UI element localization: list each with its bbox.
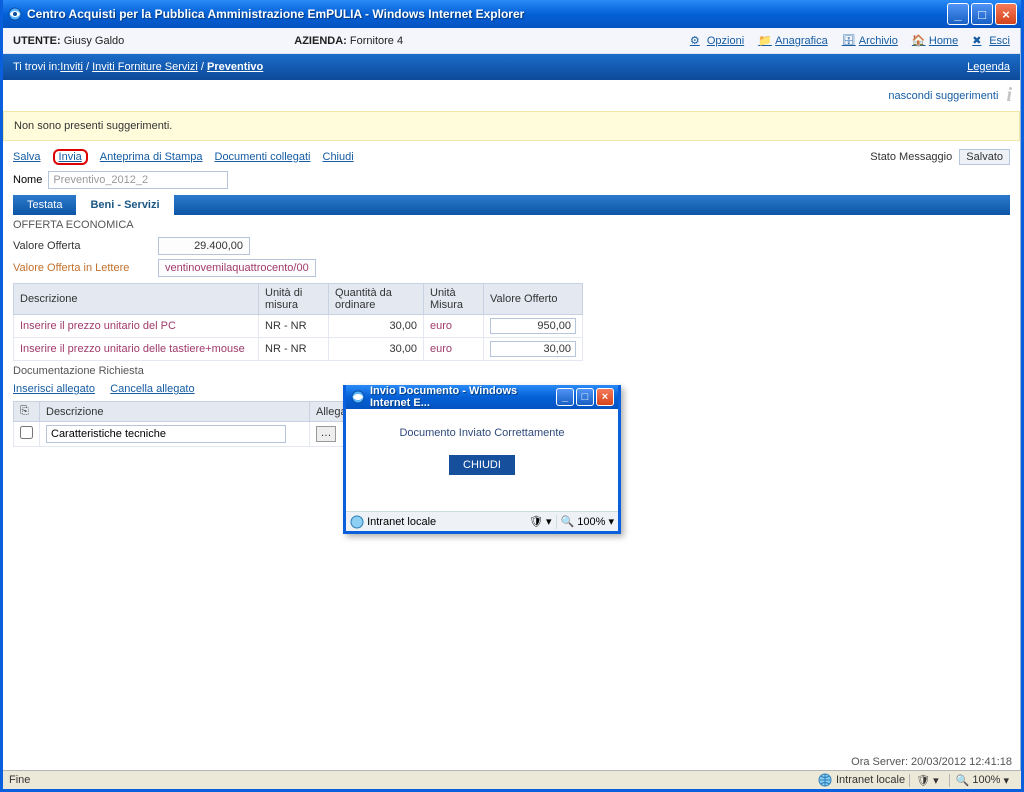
documentazione-table: ⎘ Descrizione Allegato Est … P7: [13, 401, 393, 447]
breadcrumb: Ti trovi in: Inviti / Inviti Forniture S…: [3, 54, 1020, 80]
documentazione-title: Documentazione Richiesta: [13, 365, 1010, 377]
col-quantita: Quantità da ordinare: [329, 284, 424, 315]
server-clock: Ora Server: 20/03/2012 12:41:18: [847, 754, 1016, 770]
stato-messaggio-label: Stato Messaggio Salvato: [870, 149, 1010, 165]
popup-titlebar: Invio Documento - Windows Internet E... …: [346, 385, 618, 409]
table-row: Inserire il prezzo unitario delle tastie…: [14, 338, 583, 361]
popup-maximize-button[interactable]: □: [576, 388, 594, 406]
invia-link[interactable]: Invia: [59, 151, 82, 163]
popup-zoom-control[interactable]: 🔍 100% ▾: [561, 515, 614, 528]
window-title: Centro Acquisti per la Pubblica Amminist…: [27, 7, 947, 21]
popup-security-dropdown[interactable]: 🛡 ▾: [529, 515, 552, 528]
col-unita-misura-2: Unità Misura: [424, 284, 484, 315]
popup-window: Invio Documento - Windows Internet E... …: [343, 385, 621, 534]
doc-row-checkbox[interactable]: [20, 426, 33, 439]
exit-icon: ✖: [972, 34, 986, 48]
documenti-collegati-link[interactable]: Documenti collegati: [215, 151, 311, 163]
valore-offerto-input[interactable]: 950,00: [490, 318, 576, 334]
salva-link[interactable]: Salva: [13, 151, 41, 163]
invia-highlight: Invia: [53, 149, 88, 165]
table-row: … P7: [14, 422, 393, 447]
table-row: Inserire il prezzo unitario del PC NR - …: [14, 315, 583, 338]
cancella-allegato-link[interactable]: Cancella allegato: [110, 383, 194, 395]
status-text: Fine: [9, 774, 30, 786]
globe-icon: [818, 773, 832, 787]
archivio-link[interactable]: 🗄Archivio: [842, 34, 898, 48]
zoom-control[interactable]: 🔍 100% ▾: [949, 774, 1015, 787]
opzioni-link[interactable]: ⚙Opzioni: [690, 34, 744, 48]
doc-descrizione-input[interactable]: [46, 425, 286, 443]
valore-lettere-value: ventinovemilaquattrocento/00: [158, 259, 316, 277]
popup-minimize-button[interactable]: _: [556, 388, 574, 406]
breadcrumb-inviti[interactable]: Inviti: [60, 61, 83, 73]
allegato-button[interactable]: …: [316, 426, 336, 442]
breadcrumb-prefix: Ti trovi in:: [13, 61, 60, 73]
tab-beni-servizi[interactable]: Beni - Servizi: [76, 195, 173, 215]
main-window-titlebar: Centro Acquisti per la Pubblica Amminist…: [3, 0, 1021, 28]
valore-offerta-label: Valore Offerta: [13, 240, 158, 252]
col-valore-offerto: Valore Offerto: [484, 284, 583, 315]
suggestions-box: Non sono presenti suggerimenti.: [3, 111, 1020, 141]
home-icon: 🏠: [912, 34, 926, 48]
azienda-value: Fornitore 4: [350, 35, 403, 47]
globe-icon: [350, 515, 364, 529]
utente-label: UTENTE:: [13, 35, 61, 47]
minimize-button[interactable]: _: [947, 3, 969, 25]
home-link[interactable]: 🏠Home: [912, 34, 958, 48]
ie-status-bar: Fine Intranet locale 🛡 ▾ 🔍 100% ▾: [3, 770, 1021, 789]
legenda-link[interactable]: Legenda: [967, 61, 1010, 73]
esci-link[interactable]: ✖Esci: [972, 34, 1010, 48]
popup-status-bar: Intranet locale 🛡 ▾ 🔍 100% ▾: [346, 511, 618, 531]
col-unita-misura: Unità di misura: [259, 284, 329, 315]
maximize-button[interactable]: □: [971, 3, 993, 25]
valore-offerto-input[interactable]: 30,00: [490, 341, 576, 357]
anteprima-link[interactable]: Anteprima di Stampa: [100, 151, 203, 163]
hide-suggestions-link[interactable]: nascondi suggerimenti: [888, 90, 998, 102]
info-icon: i: [1006, 84, 1012, 107]
col-descrizione: Descrizione: [14, 284, 259, 315]
folder-icon: 📁: [758, 34, 772, 48]
popup-close-button[interactable]: ×: [596, 388, 614, 406]
chiudi-button[interactable]: CHIUDI: [449, 455, 515, 475]
col-doc-descrizione: Descrizione: [40, 402, 310, 422]
ie-icon: [350, 389, 366, 405]
close-button[interactable]: ×: [995, 3, 1017, 25]
ie-icon: [7, 6, 23, 22]
zone-text: Intranet locale: [836, 774, 905, 786]
nome-input[interactable]: [48, 171, 228, 189]
tab-testata[interactable]: Testata: [13, 195, 76, 215]
popup-zone: Intranet locale: [367, 516, 436, 528]
breadcrumb-current: Preventivo: [207, 61, 263, 73]
col-checkbox: ⎘: [14, 402, 40, 422]
offerta-table: Descrizione Unità di misura Quantità da …: [13, 283, 583, 361]
stato-messaggio-value: Salvato: [959, 149, 1010, 165]
security-dropdown[interactable]: 🛡 ▾: [909, 774, 945, 787]
valore-lettere-label: Valore Offerta in Lettere: [13, 262, 158, 274]
anagrafica-link[interactable]: 📁Anagrafica: [758, 34, 828, 48]
nome-label: Nome: [13, 174, 42, 186]
breadcrumb-inviti-forniture[interactable]: Inviti Forniture Servizi: [92, 61, 198, 73]
chiudi-link[interactable]: Chiudi: [323, 151, 354, 163]
azienda-label: AZIENDA:: [294, 35, 347, 47]
inserisci-allegato-link[interactable]: Inserisci allegato: [13, 383, 95, 395]
archive-icon: 🗄: [842, 34, 856, 48]
user-bar: UTENTE: Giusy Galdo AZIENDA: Fornitore 4…: [3, 28, 1020, 54]
popup-message: Documento Inviato Correttamente: [354, 427, 610, 439]
offerta-title: OFFERTA ECONOMICA: [13, 219, 1010, 231]
gear-icon: ⚙: [690, 34, 704, 48]
utente-value: Giusy Galdo: [64, 35, 125, 47]
popup-title: Invio Documento - Windows Internet E...: [370, 385, 556, 409]
valore-offerta-value: 29.400,00: [158, 237, 250, 255]
